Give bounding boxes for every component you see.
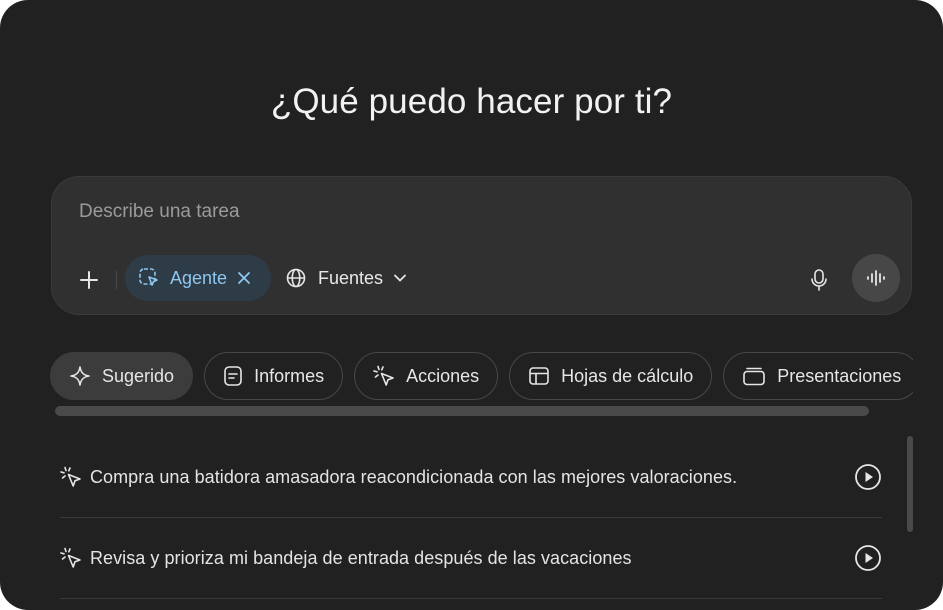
cursor-click-icon bbox=[373, 365, 394, 386]
play-icon bbox=[855, 545, 881, 571]
waveform-icon bbox=[867, 270, 885, 286]
microphone-icon bbox=[811, 269, 827, 291]
dictate-button[interactable] bbox=[804, 265, 834, 295]
play-icon bbox=[855, 464, 881, 490]
task-composer: Agente Fuentes bbox=[51, 176, 912, 315]
table-icon bbox=[529, 367, 549, 385]
tab-label: Hojas de cálculo bbox=[561, 365, 694, 386]
suggestion-list: Compra una batidora amasadora reacondici… bbox=[60, 437, 882, 599]
agent-mode-chip[interactable]: Agente bbox=[125, 255, 271, 301]
list-item[interactable]: Revisa y prioriza mi bandeja de entrada … bbox=[60, 518, 882, 599]
page-title: ¿Qué puedo hacer por ti? bbox=[270, 82, 673, 121]
task-input[interactable] bbox=[79, 201, 779, 223]
horizontal-scrollbar[interactable] bbox=[55, 406, 869, 416]
tab-label: Sugerido bbox=[102, 365, 175, 386]
list-item[interactable]: Compra una batidora amasadora reacondici… bbox=[60, 437, 882, 518]
run-suggestion-button[interactable] bbox=[854, 544, 882, 572]
sources-label: Fuentes bbox=[318, 267, 384, 288]
suggestion-text: Compra una batidora amasadora reacondici… bbox=[90, 466, 738, 487]
tab-acciones[interactable]: Acciones bbox=[354, 352, 499, 400]
tab-informes[interactable]: Informes bbox=[204, 352, 344, 400]
remove-agent-button[interactable] bbox=[237, 271, 251, 285]
run-suggestion-button[interactable] bbox=[854, 463, 882, 491]
document-icon bbox=[224, 366, 242, 386]
tab-label: Acciones bbox=[406, 365, 480, 386]
suggestion-text: Revisa y prioriza mi bandeja de entrada … bbox=[90, 547, 632, 568]
vertical-scrollbar[interactable] bbox=[907, 436, 913, 532]
sources-dropdown[interactable]: Fuentes bbox=[285, 255, 407, 301]
agent-icon bbox=[138, 267, 160, 289]
cursor-click-icon bbox=[60, 466, 81, 487]
tab-sugerido[interactable]: Sugerido bbox=[50, 352, 194, 400]
tab-label: Informes bbox=[254, 365, 325, 386]
slides-icon bbox=[743, 367, 766, 386]
close-icon bbox=[238, 272, 250, 284]
toolbar-divider bbox=[116, 271, 117, 289]
tab-hojas-de-calculo[interactable]: Hojas de cálculo bbox=[509, 352, 713, 400]
chevron-down-icon bbox=[394, 274, 406, 282]
plus-icon bbox=[80, 271, 98, 289]
tab-presentaciones[interactable]: Presentaciones bbox=[723, 352, 913, 400]
tab-label: Presentaciones bbox=[777, 365, 902, 386]
app-window: ¿Qué puedo hacer por ti? Agente bbox=[0, 0, 943, 610]
globe-icon bbox=[286, 268, 306, 288]
add-attachment-button[interactable] bbox=[74, 265, 104, 295]
category-tabs: Sugerido Informes Acciones Hojas de cálc… bbox=[50, 352, 913, 402]
sparkle-icon bbox=[70, 366, 90, 386]
agent-mode-label: Agente bbox=[170, 267, 228, 288]
cursor-click-icon bbox=[60, 547, 81, 568]
voice-mode-button[interactable] bbox=[852, 254, 900, 302]
